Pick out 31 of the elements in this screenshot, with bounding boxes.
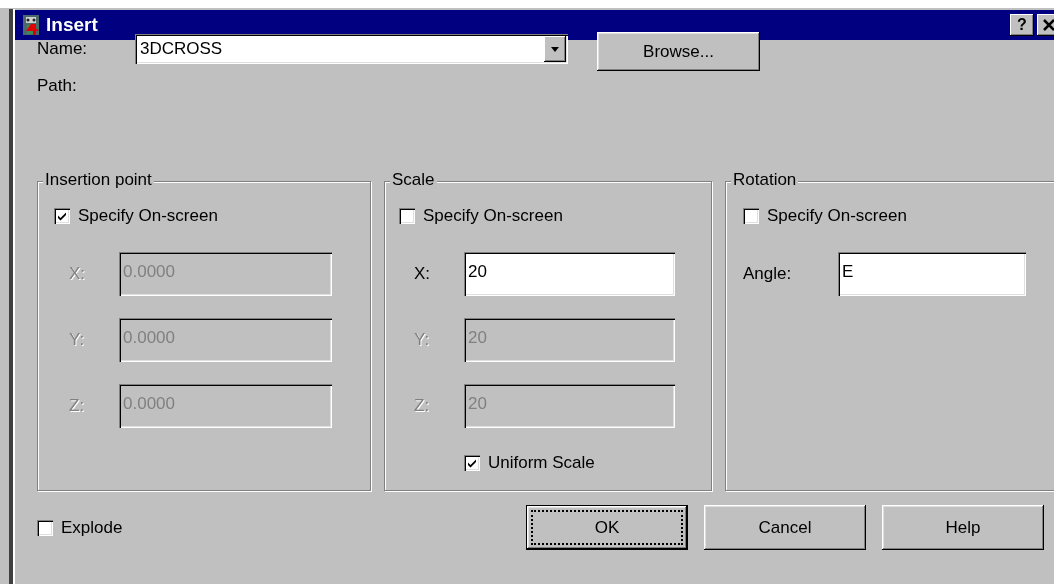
checkbox[interactable]: [464, 455, 480, 471]
dialog-button[interactable]: Cancel: [704, 505, 866, 550]
dialog-button[interactable]: OK: [526, 505, 688, 550]
browse-button[interactable]: Browse...: [597, 32, 760, 71]
close-icon[interactable]: [1037, 14, 1054, 36]
field-label: Name:: [37, 39, 89, 59]
checkbox[interactable]: [54, 208, 70, 224]
text-field[interactable]: 20: [464, 252, 675, 296]
dialog-button[interactable]: Help: [882, 505, 1044, 550]
field-label: Angle:: [743, 264, 793, 284]
checkbox-label[interactable]: Specify On-screen: [767, 206, 907, 226]
group-title: Insertion point: [43, 170, 154, 190]
checkbox-label[interactable]: Specify On-screen: [78, 206, 218, 226]
dropdown-button[interactable]: [544, 36, 566, 62]
field-label: Y:: [414, 330, 431, 350]
field-label: Y:: [69, 330, 86, 350]
path-label: Path:: [37, 76, 77, 95]
checkbox[interactable]: [37, 519, 53, 536]
field-label: Z:: [69, 396, 86, 416]
field-label: X:: [69, 264, 87, 284]
checkbox-label[interactable]: Uniform Scale: [488, 453, 595, 473]
window-title: Insert: [46, 14, 99, 36]
checkbox-label[interactable]: Specify On-screen: [423, 206, 563, 226]
field-label: Z:: [414, 396, 431, 416]
field-label: X:: [414, 264, 432, 284]
text-field[interactable]: E: [838, 252, 1026, 296]
checkbox[interactable]: [399, 208, 415, 224]
name-dropdown[interactable]: 3DCROSS: [135, 34, 568, 64]
checkbox[interactable]: [743, 208, 759, 224]
help-button[interactable]: ?: [1010, 14, 1034, 36]
checkbox-label[interactable]: Explode: [61, 517, 123, 538]
